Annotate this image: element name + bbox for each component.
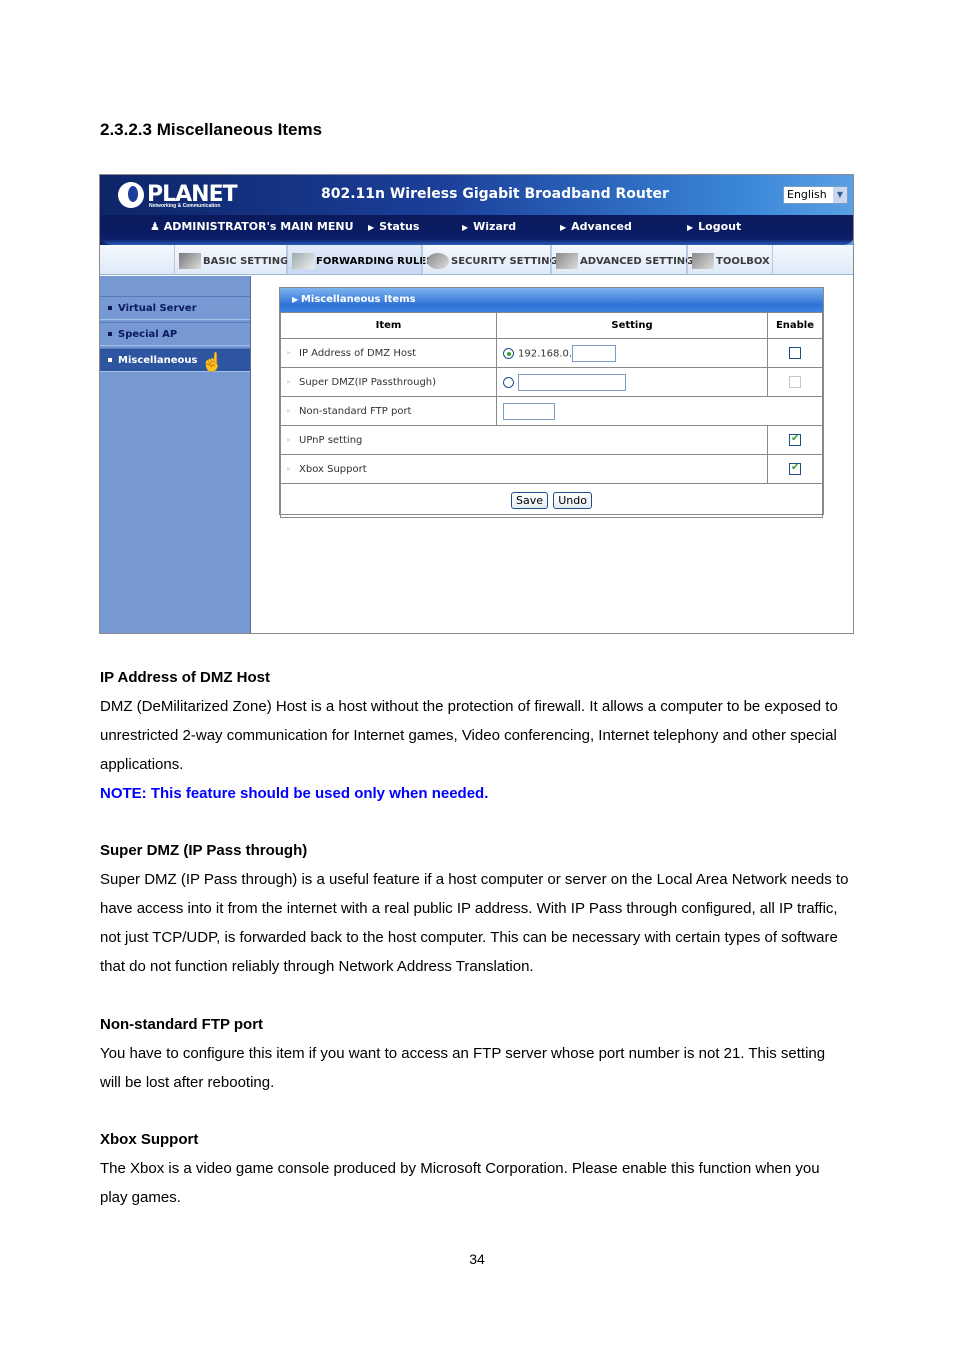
planet-logo-icon [118,182,144,208]
main-nav: ♟ ADMINISTRATOR's MAIN MENU ▶ Status ▶ Wiz… [100,215,853,245]
dmz-note: NOTE: This feature should be used only w… [100,785,489,802]
nav-main-menu[interactable]: ♟ ADMINISTRATOR's MAIN MENU [150,220,354,233]
table-row: UPnP setting [280,425,823,455]
triangle-right-icon: ▶ [687,223,694,232]
toolbox-icon [692,253,714,269]
triangle-right-icon: ▶ [292,295,301,304]
misc-table: Item Setting Enable IP Address of DMZ Ho… [280,312,823,518]
page-number: 34 [469,1251,485,1267]
super-dmz-section: Super DMZ (IP Pass through) Super DMZ (I… [100,836,860,981]
row-label: Non-standard FTP port [280,396,497,426]
nav-status[interactable]: ▶ Status [368,220,419,233]
triangle-right-icon: ▶ [462,223,469,232]
folder-icon [179,253,201,269]
tab-basic-setting[interactable]: BASIC SETTING [174,245,288,274]
super-dmz-body: Super DMZ (IP Pass through) is a useful … [100,871,849,975]
dmz-heading: IP Address of DMZ Host [100,669,271,686]
table-row: Xbox Support [280,454,823,484]
hand-cursor-icon: ☝ [201,352,224,372]
panel-header: ▶ Miscellaneous Items [280,288,823,312]
tab-forwarding-rules[interactable]: FORWARDING RULES [287,245,433,274]
ftp-section: Non-standard FTP port You have to config… [100,1010,860,1097]
language-select[interactable]: English ▼ [783,186,848,204]
xbox-section: Xbox Support The Xbox is a video game co… [100,1125,860,1212]
logo-subtitle: Networking & Communication [149,203,221,209]
dmz-host-input[interactable] [572,344,617,362]
ftp-body: You have to configure this item if you w… [100,1045,826,1091]
col-setting: Setting [496,312,768,339]
upnp-enable-checkbox[interactable] [789,433,801,446]
lock-icon [427,253,449,269]
row-label: IP Address of DMZ Host [280,338,497,368]
col-item: Item [280,312,497,339]
bullet-icon [108,332,112,336]
super-dmz-heading: Super DMZ (IP Pass through) [100,842,308,859]
bullet-icon [108,358,112,362]
tab-advanced-setting[interactable]: ADVANCED SETTING [551,245,693,274]
xbox-body: The Xbox is a video game console produce… [100,1160,820,1206]
chevron-down-icon: ▼ [833,187,847,203]
table-row: Non-standard FTP port [280,396,823,426]
tab-bar: BASIC SETTING FORWARDING RULES SECURITY … [100,245,853,275]
router-title: 802.11n Wireless Gigabit Broadband Route… [321,186,669,202]
user-icon: ♟ [150,220,164,233]
triangle-right-icon: ▶ [560,223,567,232]
dmz-host-radio[interactable] [503,347,514,359]
sidebar-item-virtual-server[interactable]: Virtual Server [100,296,250,320]
advanced-icon [556,253,578,269]
save-button[interactable]: Save [511,492,549,509]
setting-cell [496,396,823,426]
sidebar: Virtual Server Special AP Miscellaneous … [100,276,251,633]
dmz-section: IP Address of DMZ Host DMZ (DeMilitarize… [100,663,860,808]
row-label: Super DMZ(IP Passthrough) [280,367,497,397]
button-row: Save Undo [280,483,823,518]
router-screenshot: PLANET Networking & Communication 802.11… [99,174,854,634]
sidebar-item-miscellaneous[interactable]: Miscellaneous [100,348,250,372]
table-row: IP Address of DMZ Host 192.168.0. [280,338,823,368]
router-banner: PLANET Networking & Communication 802.11… [100,175,853,245]
dmz-host-enable-checkbox[interactable] [789,347,801,359]
undo-button[interactable]: Undo [553,492,592,509]
tab-toolbox[interactable]: TOOLBOX [687,245,773,274]
super-dmz-enable-checkbox[interactable] [789,376,801,388]
forwarding-icon [292,253,314,269]
triangle-right-icon: ▶ [368,223,375,232]
nav-advanced[interactable]: ▶ Advanced [560,220,632,233]
bullet-icon [108,306,112,310]
dmz-body: DMZ (DeMilitarized Zone) Host is a host … [100,698,838,773]
setting-cell [496,367,768,397]
table-row: Super DMZ(IP Passthrough) [280,367,823,397]
tab-security-setting[interactable]: SECURITY SETTING [422,245,558,274]
super-dmz-input[interactable] [518,373,626,391]
col-enable: Enable [767,312,823,339]
super-dmz-radio[interactable] [503,376,514,388]
table-header-row: Item Setting Enable [280,312,823,339]
ftp-port-input[interactable] [503,402,555,420]
ftp-heading: Non-standard FTP port [100,1016,264,1033]
misc-items-panel: ▶ Miscellaneous Items Item Setting Enabl… [279,287,824,518]
nav-logout[interactable]: ▶ Logout [687,220,741,233]
xbox-enable-checkbox[interactable] [789,462,801,475]
nav-wizard[interactable]: ▶ Wizard [462,220,516,233]
section-title: 2.3.2.3 Miscellaneous Items [100,120,323,139]
setting-cell: 192.168.0. [496,338,768,368]
sidebar-item-special-ap[interactable]: Special AP [100,322,250,346]
xbox-heading: Xbox Support [100,1131,199,1148]
row-label: UPnP setting [280,425,768,455]
ip-prefix: 192.168.0. [518,348,573,359]
row-label: Xbox Support [280,454,768,484]
